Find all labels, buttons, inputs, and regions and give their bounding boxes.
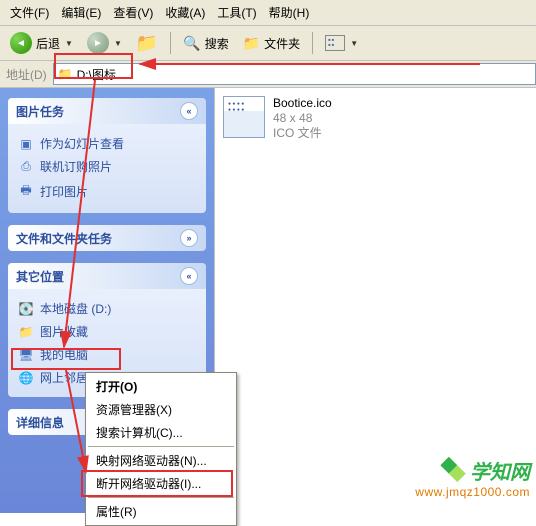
views-button[interactable]: ▼ bbox=[321, 33, 362, 53]
ico-file-icon bbox=[223, 96, 265, 138]
file-dimensions: 48 x 48 bbox=[273, 111, 332, 126]
separator bbox=[88, 497, 234, 498]
picture-tasks-title: 图片任务 bbox=[16, 103, 64, 120]
search-icon: 🔍 bbox=[183, 35, 200, 52]
file-name: Bootice.ico bbox=[273, 96, 332, 111]
place-label: 图片收藏 bbox=[40, 323, 88, 340]
folders-button[interactable]: 📁 文件夹 bbox=[239, 33, 304, 54]
search-label: 搜索 bbox=[205, 35, 229, 52]
picture-tasks-header[interactable]: 图片任务 « bbox=[8, 98, 206, 124]
ctx-properties[interactable]: 属性(R) bbox=[88, 500, 234, 523]
network-icon: 🌐 bbox=[18, 371, 34, 385]
up-button[interactable]: 📁 bbox=[132, 31, 162, 56]
details-title: 详细信息 bbox=[16, 414, 64, 431]
ctx-map-drive[interactable]: 映射网络驱动器(N)... bbox=[88, 449, 234, 472]
watermark-name: 学知网 bbox=[470, 456, 530, 485]
drive-icon: 💽 bbox=[18, 302, 34, 316]
file-meta: Bootice.ico 48 x 48 ICO 文件 bbox=[273, 96, 332, 141]
computer-icon: 🖥 bbox=[18, 348, 34, 362]
expand-icon: » bbox=[180, 229, 198, 247]
menu-tools[interactable]: 工具(T) bbox=[211, 2, 262, 23]
place-my-computer[interactable]: 🖥 我的电脑 bbox=[18, 343, 196, 366]
place-label: 我的电脑 bbox=[40, 346, 88, 363]
ctx-explorer[interactable]: 资源管理器(X) bbox=[88, 398, 234, 421]
watermark-logo bbox=[438, 457, 466, 485]
ctx-search[interactable]: 搜索计算机(C)... bbox=[88, 421, 234, 444]
back-button[interactable]: 后退 ▼ bbox=[6, 30, 77, 56]
context-menu: 打开(O) 资源管理器(X) 搜索计算机(C)... 映射网络驱动器(N)...… bbox=[85, 372, 237, 526]
chevron-down-icon: ▼ bbox=[114, 39, 122, 48]
menu-file[interactable]: 文件(F) bbox=[4, 2, 55, 23]
menu-view[interactable]: 查看(V) bbox=[107, 2, 159, 23]
file-type: ICO 文件 bbox=[273, 126, 332, 141]
slideshow-icon: ▣ bbox=[18, 137, 34, 151]
collapse-icon: « bbox=[180, 267, 198, 285]
views-icon bbox=[325, 35, 345, 51]
task-label: 打印图片 bbox=[40, 183, 88, 200]
file-folder-tasks: 文件和文件夹任务 » bbox=[8, 225, 206, 251]
address-label: 地址(D) bbox=[0, 66, 53, 83]
separator bbox=[88, 446, 234, 447]
cart-icon: ⎙ bbox=[18, 159, 34, 174]
folder-icon: 📁 bbox=[18, 325, 34, 339]
collapse-icon: « bbox=[180, 102, 198, 120]
watermark: 学知网 www.jmqz1000.com bbox=[415, 456, 530, 499]
address-field[interactable]: 📁 D:\图标 bbox=[53, 63, 536, 85]
place-local-disk[interactable]: 💽 本地磁盘 (D:) bbox=[18, 297, 196, 320]
file-folder-tasks-title: 文件和文件夹任务 bbox=[16, 230, 112, 247]
file-folder-tasks-header[interactable]: 文件和文件夹任务 » bbox=[8, 225, 206, 251]
task-order-prints[interactable]: ⎙ 联机订购照片 bbox=[18, 155, 196, 178]
task-print[interactable]: 🖶 打印图片 bbox=[18, 178, 196, 205]
separator bbox=[312, 32, 313, 54]
place-pic-fav[interactable]: 📁 图片收藏 bbox=[18, 320, 196, 343]
toolbar: 后退 ▼ ▼ 📁 🔍 搜索 📁 文件夹 ▼ bbox=[0, 26, 536, 61]
place-label: 网上邻居 bbox=[40, 369, 88, 386]
menu-bar: 文件(F) 编辑(E) 查看(V) 收藏(A) 工具(T) 帮助(H) bbox=[0, 0, 536, 26]
picture-tasks: 图片任务 « ▣ 作为幻灯片查看 ⎙ 联机订购照片 🖶 打印图片 bbox=[8, 98, 206, 213]
folder-up-icon: 📁 bbox=[136, 33, 158, 54]
menu-fav[interactable]: 收藏(A) bbox=[159, 2, 211, 23]
printer-icon: 🖶 bbox=[18, 181, 34, 202]
forward-button[interactable]: ▼ bbox=[83, 30, 126, 56]
watermark-url: www.jmqz1000.com bbox=[415, 485, 530, 499]
task-slideshow[interactable]: ▣ 作为幻灯片查看 bbox=[18, 132, 196, 155]
separator bbox=[170, 32, 171, 54]
folder-icon: 📁 bbox=[243, 35, 260, 52]
chevron-down-icon: ▼ bbox=[65, 39, 73, 48]
back-icon bbox=[10, 32, 32, 54]
picture-tasks-list: ▣ 作为幻灯片查看 ⎙ 联机订购照片 🖶 打印图片 bbox=[8, 124, 206, 213]
place-label: 本地磁盘 (D:) bbox=[40, 300, 111, 317]
address-bar: 地址(D) 📁 D:\图标 bbox=[0, 61, 536, 88]
ctx-unmap-drive[interactable]: 断开网络驱动器(I)... bbox=[88, 472, 234, 495]
menu-help[interactable]: 帮助(H) bbox=[263, 2, 316, 23]
chevron-down-icon: ▼ bbox=[350, 39, 358, 48]
main-area: 图片任务 « ▣ 作为幻灯片查看 ⎙ 联机订购照片 🖶 打印图片 bbox=[0, 88, 536, 513]
address-value: D:\图标 bbox=[77, 66, 116, 83]
forward-icon bbox=[87, 32, 109, 54]
content-pane[interactable]: Bootice.ico 48 x 48 ICO 文件 bbox=[214, 88, 536, 513]
other-places-title: 其它位置 bbox=[16, 268, 64, 285]
task-label: 联机订购照片 bbox=[40, 158, 112, 175]
other-places-header[interactable]: 其它位置 « bbox=[8, 263, 206, 289]
search-button[interactable]: 🔍 搜索 bbox=[179, 33, 232, 54]
task-label: 作为幻灯片查看 bbox=[40, 135, 124, 152]
back-label: 后退 bbox=[36, 35, 60, 52]
folders-label: 文件夹 bbox=[264, 35, 300, 52]
file-item[interactable]: Bootice.ico 48 x 48 ICO 文件 bbox=[223, 96, 528, 141]
ctx-open[interactable]: 打开(O) bbox=[88, 375, 234, 398]
menu-edit[interactable]: 编辑(E) bbox=[55, 2, 107, 23]
folder-icon: 📁 bbox=[58, 67, 73, 81]
